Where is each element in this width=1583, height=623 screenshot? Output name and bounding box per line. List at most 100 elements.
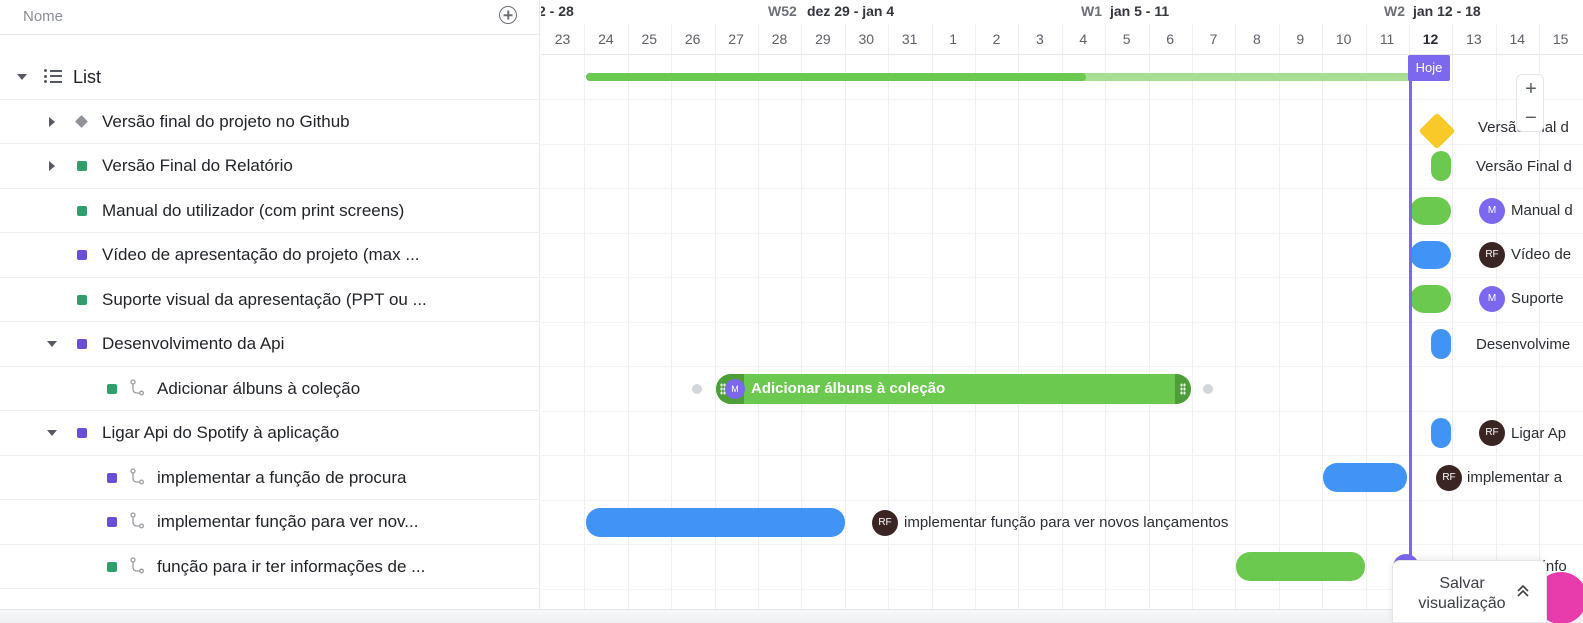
- day-gridline: [1322, 24, 1324, 623]
- status-square-icon[interactable]: [77, 339, 87, 349]
- subtask-row[interactable]: função para ir ter informações de ...: [0, 545, 540, 589]
- task-row[interactable]: Desenvolvimento da Api: [0, 322, 540, 367]
- day-label: 3: [1035, 31, 1044, 47]
- task-name[interactable]: Ligar Api do Spotify à aplicação: [102, 423, 339, 443]
- task-row[interactable]: Versão final do projeto no Github: [0, 100, 540, 144]
- task-name[interactable]: Desenvolvimento da Api: [102, 334, 284, 354]
- week-range-label: dez 29 - jan 4: [807, 3, 895, 19]
- drag-grip-icon[interactable]: [1180, 383, 1186, 395]
- subtask-icon: [130, 378, 144, 395]
- task-bar[interactable]: [1431, 329, 1451, 359]
- save-view-label: Salvar visualização: [1418, 575, 1506, 612]
- assignee-avatar[interactable]: RF: [872, 510, 898, 536]
- today-label[interactable]: Hoje: [1408, 55, 1450, 81]
- zoom-out-button[interactable]: −: [1517, 104, 1545, 132]
- task-name[interactable]: Adicionar álbuns à coleção: [157, 379, 360, 399]
- task-row[interactable]: Manual do utilizador (com print screens): [0, 189, 540, 233]
- day-label: 28: [771, 31, 788, 47]
- today-line: [1409, 55, 1412, 623]
- day-label: 23: [554, 31, 571, 47]
- subtask-row[interactable]: Adicionar álbuns à coleção: [0, 367, 540, 411]
- assignee-avatar[interactable]: RF: [1436, 465, 1462, 491]
- task-name[interactable]: implementar a função de procura: [157, 468, 406, 488]
- dependency-dot-left[interactable]: [692, 384, 702, 394]
- row-divider: [541, 321, 1583, 323]
- assignee-avatar[interactable]: M: [1479, 286, 1505, 312]
- milestone-icon: [75, 114, 88, 128]
- day-label: 31: [901, 31, 918, 47]
- bar-label: Versão Final d: [1476, 158, 1572, 175]
- collapse-chevron-icon[interactable]: [47, 430, 57, 436]
- collapse-chevron-icon[interactable]: [17, 74, 27, 80]
- task-name[interactable]: Versão Final do Relatório: [102, 156, 293, 176]
- task-row[interactable]: Suporte visual da apresentação (PPT ou .…: [0, 278, 540, 322]
- week-number: W52: [768, 3, 797, 19]
- dependency-dot-right[interactable]: [1203, 384, 1213, 394]
- day-label: 5: [1122, 31, 1131, 47]
- row-divider: [541, 544, 1583, 545]
- horizontal-scrollbar[interactable]: [0, 609, 1583, 623]
- add-column-icon[interactable]: [499, 6, 517, 24]
- task-row[interactable]: Vídeo de apresentação do projeto (max ..…: [0, 233, 540, 278]
- day-label: 15: [1552, 31, 1569, 47]
- task-row[interactable]: Ligar Api do Spotify à aplicação: [0, 411, 540, 456]
- save-view-button[interactable]: Salvar visualização: [1392, 560, 1547, 623]
- task-name[interactable]: função para ir ter informações de ...: [157, 557, 425, 577]
- assignee-avatar[interactable]: RF: [1479, 242, 1505, 268]
- subtask-row[interactable]: implementar função para ver nov...: [0, 500, 540, 545]
- subtask-row[interactable]: implementar a função de procura: [0, 456, 540, 500]
- list-label: List: [73, 67, 102, 87]
- row-divider: [541, 366, 1583, 367]
- zoom-controls: + −: [1516, 74, 1544, 132]
- status-square-icon[interactable]: [107, 472, 117, 483]
- status-square-icon[interactable]: [77, 250, 87, 260]
- task-bar[interactable]: [586, 508, 845, 537]
- selected-task-bar[interactable]: M Adicionar álbuns à coleção: [716, 374, 1191, 404]
- status-square-icon[interactable]: [77, 161, 87, 171]
- status-square-icon[interactable]: [107, 561, 117, 572]
- task-name[interactable]: Suporte visual da apresentação (PPT ou .…: [102, 290, 427, 310]
- status-square-icon[interactable]: [107, 517, 117, 527]
- zoom-in-button[interactable]: +: [1517, 75, 1545, 103]
- day-gridline: [1278, 24, 1280, 623]
- day-gridline: [1018, 24, 1020, 623]
- expand-chevron-icon[interactable]: [49, 161, 55, 171]
- status-square-icon[interactable]: [107, 383, 117, 394]
- day-label: 14: [1509, 31, 1526, 47]
- day-label: 6: [1166, 31, 1174, 47]
- day-gridline: [1192, 24, 1193, 623]
- row-divider: [541, 143, 1583, 145]
- day-gridline: [1495, 24, 1497, 623]
- assignee-avatar[interactable]: M: [1479, 198, 1505, 224]
- assignee-avatar[interactable]: M: [725, 379, 745, 399]
- subtask-icon: [130, 512, 144, 529]
- collapse-chevron-icon[interactable]: [47, 341, 57, 347]
- day-label: 24: [598, 31, 614, 47]
- task-name[interactable]: Versão final do projeto no Github: [102, 112, 350, 132]
- assignee-avatar[interactable]: RF: [1479, 420, 1505, 446]
- task-bar[interactable]: [1410, 285, 1451, 313]
- task-name[interactable]: implementar função para ver nov...: [157, 512, 418, 532]
- status-square-icon[interactable]: [77, 294, 87, 305]
- week-range-label: jan 5 - 11: [1110, 3, 1170, 19]
- day-gridline: [1148, 24, 1150, 623]
- task-list-panel: Nome List Versão final do projeto no Git…: [0, 0, 540, 623]
- status-square-icon[interactable]: [77, 205, 87, 216]
- task-name[interactable]: Manual do utilizador (com print screens): [102, 201, 404, 221]
- expand-chevron-icon[interactable]: [49, 116, 55, 127]
- name-column-header[interactable]: Nome: [23, 8, 63, 25]
- task-bar[interactable]: [1323, 463, 1407, 492]
- task-bar[interactable]: [1431, 151, 1451, 181]
- task-name[interactable]: Vídeo de apresentação do projeto (max ..…: [102, 245, 420, 265]
- week-number: W2: [1384, 3, 1405, 19]
- task-bar[interactable]: [1410, 241, 1451, 269]
- task-bar[interactable]: [1431, 418, 1451, 448]
- list-group-row[interactable]: List: [0, 55, 540, 100]
- task-bar[interactable]: [1236, 552, 1365, 581]
- day-label: 27: [728, 31, 744, 47]
- status-square-icon[interactable]: [77, 428, 87, 438]
- task-row[interactable]: Versão Final do Relatório: [0, 144, 540, 189]
- row-divider: [541, 99, 1583, 100]
- day-gridline: [931, 24, 933, 623]
- task-bar[interactable]: [1410, 197, 1451, 225]
